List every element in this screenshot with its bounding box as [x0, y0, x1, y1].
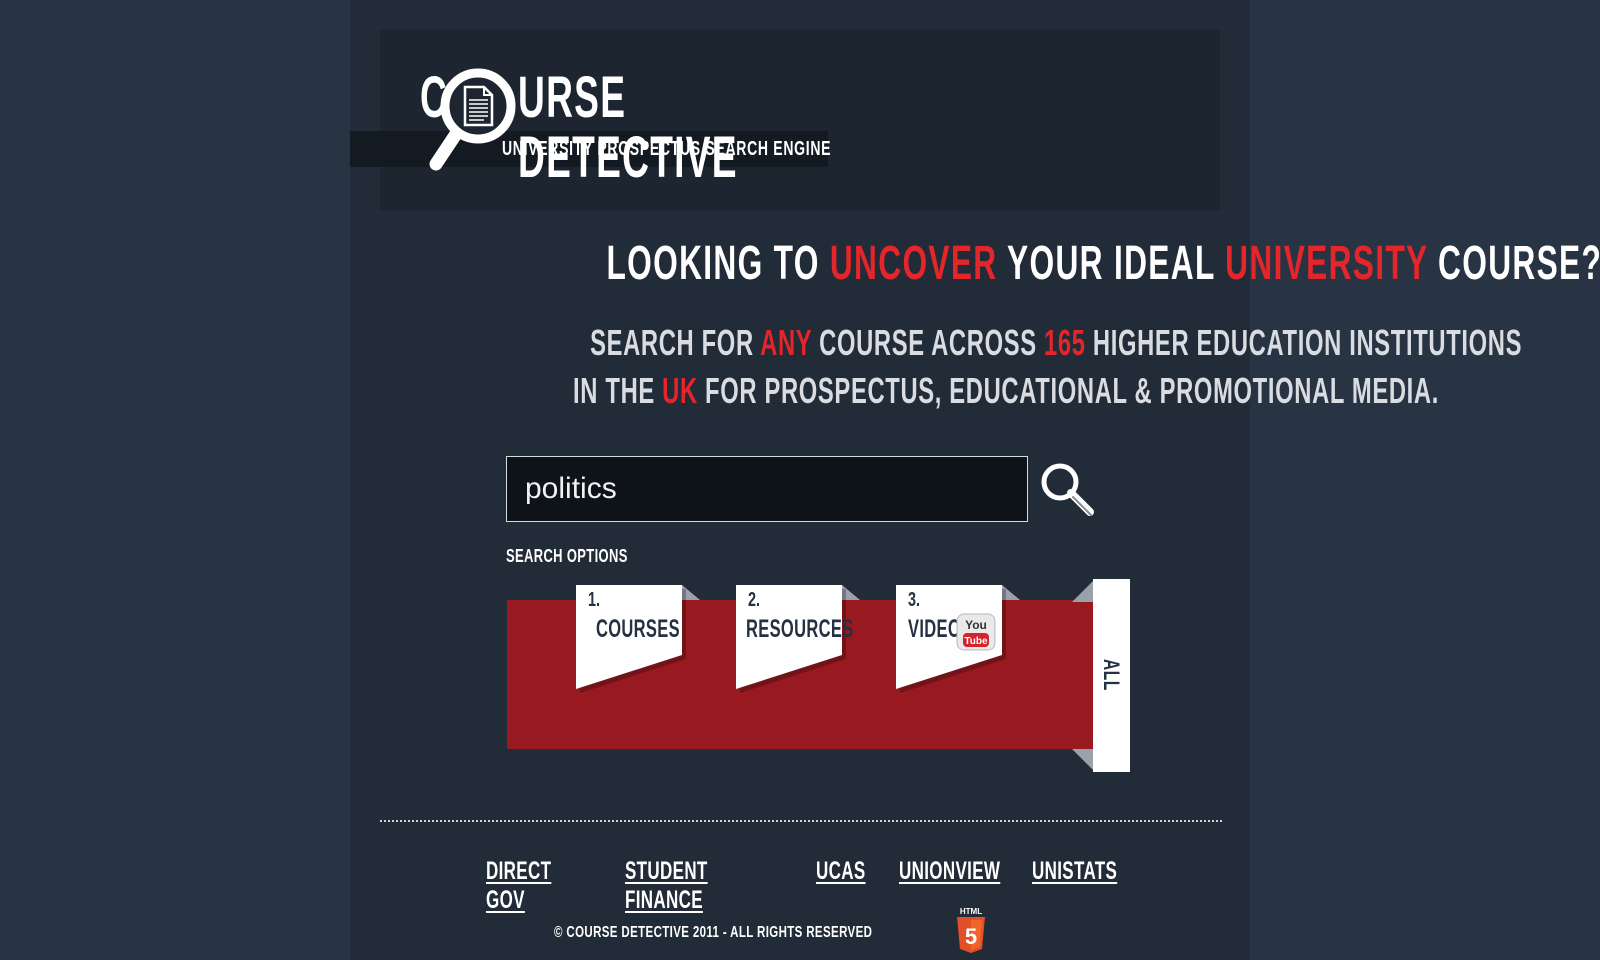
- footer-divider: [380, 820, 1222, 822]
- footer-link-unionview[interactable]: UNIONVIEW: [899, 857, 1000, 886]
- footer-link-ucas[interactable]: UCAS: [816, 857, 866, 886]
- headline-text: YOUR IDEAL: [997, 237, 1226, 290]
- search-input[interactable]: [506, 456, 1028, 522]
- copyright-text: © COURSE DETECTIVE 2011 - ALL RIGHTS RES…: [554, 924, 873, 941]
- option-tab-courses[interactable]: 1. COURSES: [576, 585, 700, 695]
- footer-link-student-finance[interactable]: STUDENT FINANCE: [625, 857, 727, 915]
- html5-badge-number: 5: [965, 924, 977, 949]
- tagline-text: IN THE: [573, 370, 663, 411]
- tagline-highlight: UK: [662, 370, 698, 411]
- tab-label: COURSES: [596, 615, 680, 643]
- tagline-text: COURSE ACROSS: [811, 322, 1044, 363]
- tab-number: 2.: [748, 589, 761, 611]
- headline-text: LOOKING TO: [606, 237, 830, 290]
- tab-number: 3.: [908, 589, 921, 611]
- tagline-text: SEARCH FOR: [590, 322, 761, 363]
- search-button[interactable]: [1038, 460, 1098, 520]
- headline-text: COURSE?: [1427, 237, 1600, 290]
- all-tab-fold-top: [1072, 580, 1094, 602]
- youtube-text-you: You: [965, 618, 987, 632]
- search-options-label: SEARCH OPTIONS: [506, 546, 628, 566]
- option-tab-resources[interactable]: 2. RESOURCES: [736, 585, 860, 695]
- logo-title: URSE DETECTIVE: [518, 65, 738, 190]
- headline-highlight: UNCOVER: [829, 237, 998, 290]
- tab-number: 1.: [588, 589, 601, 611]
- tab-label: VIDEO: [908, 615, 961, 643]
- footer-link-unistats[interactable]: UNISTATS: [1032, 857, 1117, 886]
- page-headline: LOOKING TO UNCOVER YOUR IDEAL UNIVERSITY…: [350, 236, 1600, 291]
- footer-link-direct-gov[interactable]: DIRECT GOV: [486, 857, 553, 915]
- all-tab-fold-bottom: [1072, 749, 1094, 771]
- option-tab-video[interactable]: 3. VIDEO You Tube: [896, 585, 1020, 695]
- tagline-text: FOR PROSPECTUS, EDUCATIONAL & PROMOTIONA…: [697, 370, 1440, 411]
- tagline-highlight: 165: [1043, 322, 1086, 363]
- tagline-line-2: IN THE UK FOR PROSPECTUS, EDUCATIONAL & …: [350, 370, 1438, 412]
- logo-subtitle: UNIVERSITY PROSPECTUS SEARCH ENGINE: [502, 138, 832, 160]
- tagline-highlight: ANY: [760, 322, 812, 363]
- html5-badge-icon[interactable]: HTML 5: [954, 906, 988, 954]
- youtube-text-tube: Tube: [964, 636, 988, 647]
- tagline-text: HIGHER EDUCATION INSTITUTIONS: [1085, 322, 1523, 363]
- headline-highlight: UNIVERSITY: [1225, 237, 1428, 290]
- footer-links: DIRECT GOV STUDENT FINANCE UCAS UNIONVIE…: [350, 857, 1250, 914]
- all-tab-label: ALL: [1099, 658, 1124, 692]
- tagline-line-1: SEARCH FOR ANY COURSE ACROSS 165 HIGHER …: [350, 322, 1521, 364]
- page-column: C URSE DETECTIVE UNIVERSITY PROSPECTUS S…: [350, 0, 1600, 960]
- html5-badge-text: HTML: [960, 907, 982, 916]
- site-logo[interactable]: C URSE DETECTIVE UNIVERSITY PROSPECTUS S…: [420, 58, 840, 188]
- option-tab-all[interactable]: ALL: [1093, 579, 1130, 772]
- tab-label: RESOURCES: [746, 615, 854, 643]
- magnifier-icon: [1041, 463, 1094, 516]
- youtube-icon: You Tube: [956, 613, 996, 651]
